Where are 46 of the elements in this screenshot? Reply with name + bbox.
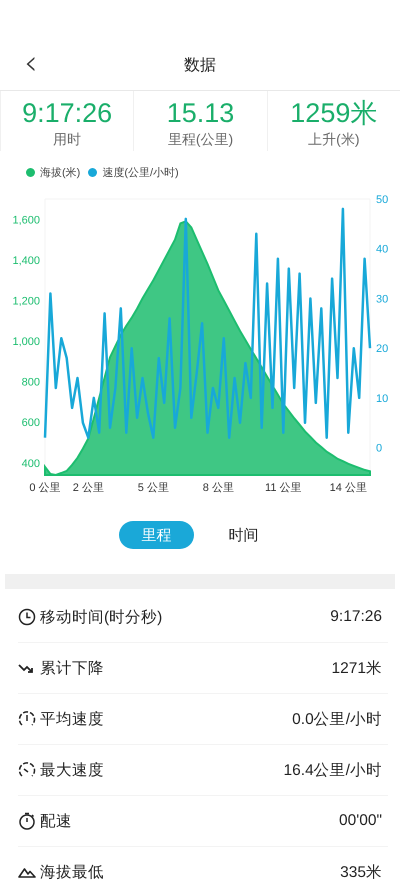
detail-value: 1271米 xyxy=(332,658,382,678)
axis-label: 14 公里 xyxy=(330,482,367,494)
gauge-icon xyxy=(18,761,36,779)
axis-label: 50 xyxy=(376,194,388,206)
axis-label: 10 xyxy=(376,392,388,405)
axis-label: 1,400 xyxy=(12,254,40,267)
stat-value: 15.13 xyxy=(166,97,234,129)
axis-label: 400 xyxy=(22,458,40,470)
stat-label: 上升(米) xyxy=(308,130,360,149)
back-button[interactable]: ‹ xyxy=(20,48,42,78)
clock-icon xyxy=(18,608,36,626)
axis-label: 600 xyxy=(22,417,40,430)
detail-label: 海拔最低 xyxy=(40,862,104,882)
axis-label: 0 公里 xyxy=(29,482,61,494)
axis-label: 8 公里 xyxy=(202,482,234,494)
gauge-icon xyxy=(18,710,36,728)
detail-value: 16.4公里/小时 xyxy=(284,760,382,780)
detail-value: 00'00" xyxy=(339,812,382,830)
detail-label: 平均速度 xyxy=(40,710,104,730)
stat-label: 里程(公里) xyxy=(168,130,234,149)
legend-label: 海拔(米) xyxy=(40,166,80,180)
stopwatch-icon xyxy=(18,812,36,830)
detail-value: 335米 xyxy=(340,862,382,882)
axis-label: 2 公里 xyxy=(72,482,104,494)
detail-label: 最大速度 xyxy=(40,760,104,780)
page-title: 数据 xyxy=(184,56,216,76)
axis-label: 1,000 xyxy=(12,336,40,348)
axis-label: 40 xyxy=(376,244,388,256)
detail-label: 累计下降 xyxy=(40,658,104,678)
detail-value: 9:17:26 xyxy=(330,608,382,626)
detail-label: 配速 xyxy=(40,812,72,832)
axis-label: 5 公里 xyxy=(138,482,169,494)
stat-value: 9:17:26 xyxy=(22,97,112,129)
axis-label: 0 xyxy=(376,442,382,455)
axis-label: 30 xyxy=(376,294,388,306)
stat-label: 用时 xyxy=(53,130,82,149)
toggle-tab[interactable]: 时间 xyxy=(206,521,281,549)
axis-label: 20 xyxy=(376,343,388,356)
axis-label: 11 公里 xyxy=(265,482,302,494)
axis-label: 1,200 xyxy=(12,296,40,308)
axis-label: 1,600 xyxy=(12,214,40,226)
detail-label: 移动时间(时分秒) xyxy=(40,608,162,628)
axis-label: 800 xyxy=(22,376,40,389)
legend-label: 速度(公里/小时) xyxy=(102,166,179,180)
detail-value: 0.0公里/小时 xyxy=(292,710,382,730)
stat-value: 1259米 xyxy=(290,97,378,129)
